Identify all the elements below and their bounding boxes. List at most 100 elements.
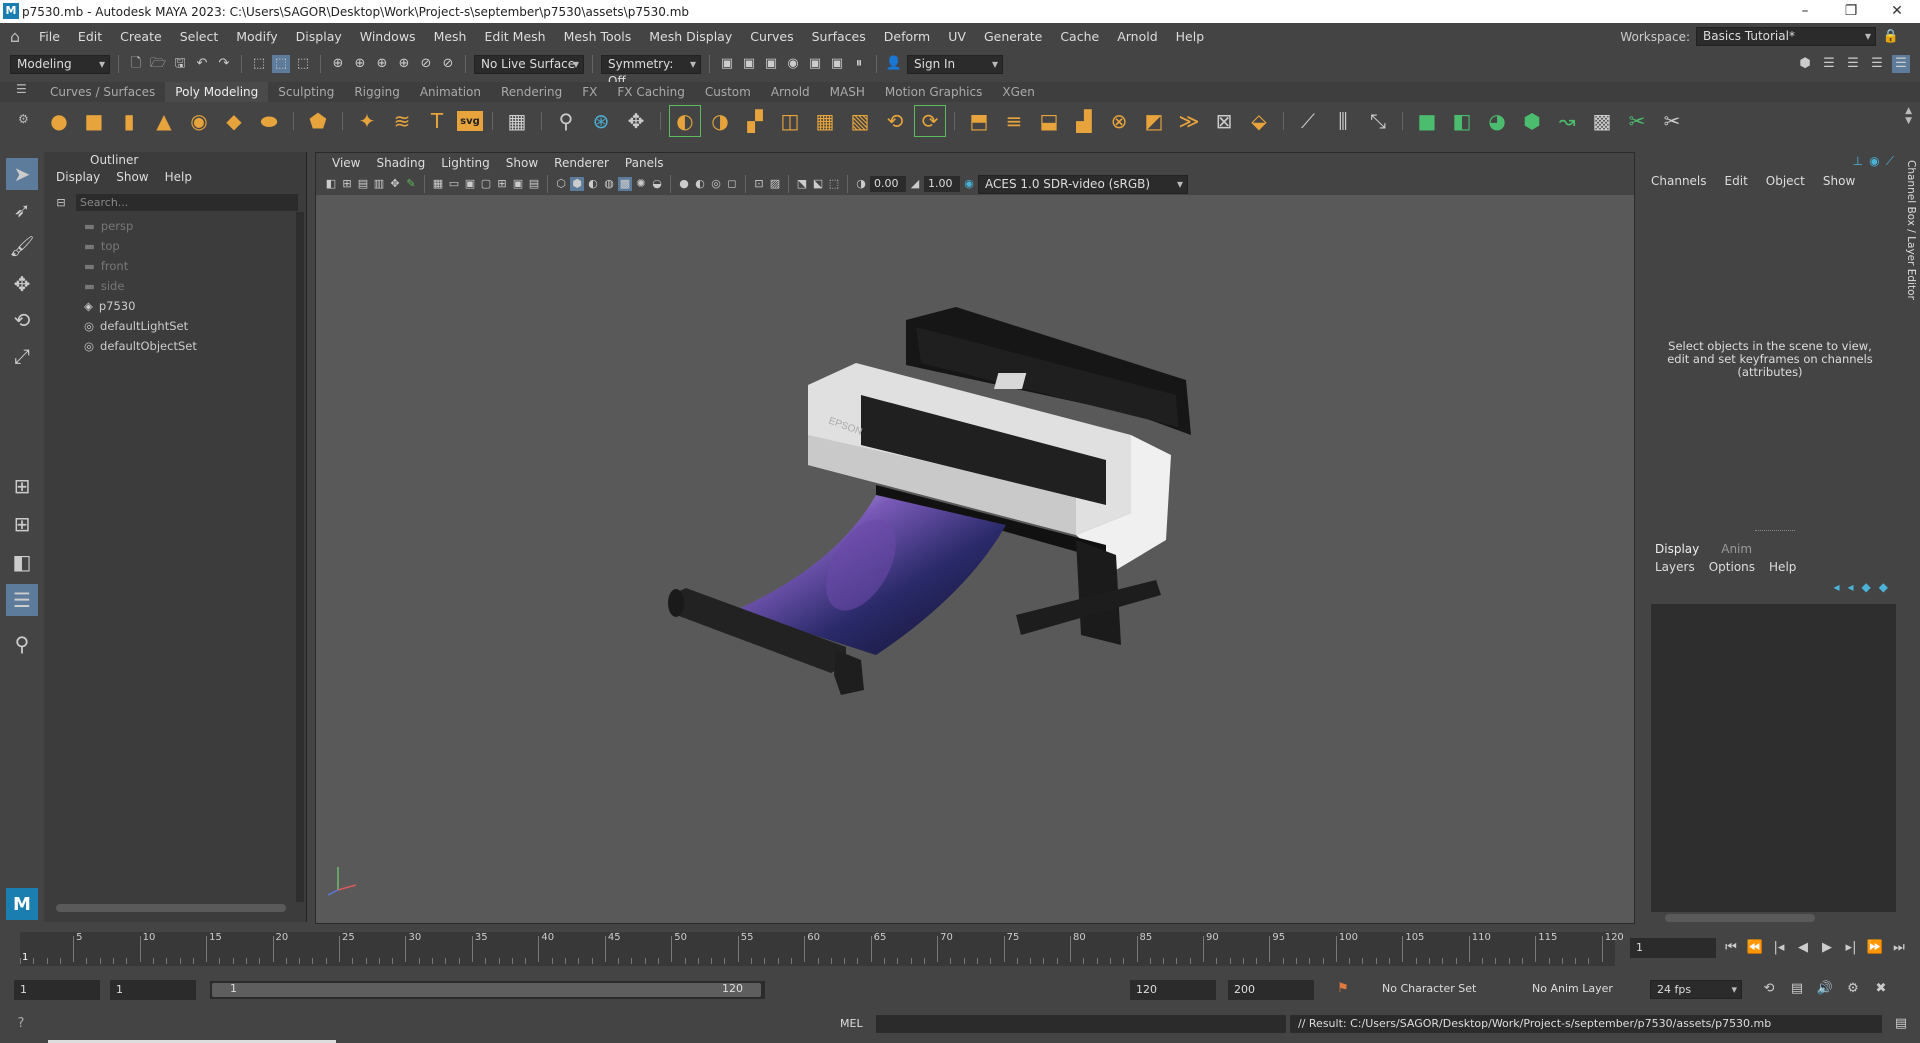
layer-list[interactable] [1651, 604, 1896, 912]
tool-settings-icon[interactable]: ☰ [1844, 55, 1862, 73]
move-tool-icon[interactable]: ✥ [6, 268, 38, 300]
default-material-icon[interactable]: ◐ [586, 177, 600, 191]
layer-menu-options[interactable]: Options [1709, 560, 1755, 574]
poke-icon[interactable]: ◩ [1139, 106, 1169, 136]
poly-cube-icon[interactable]: ■ [79, 106, 109, 136]
playback-start-field[interactable]: 1 [110, 980, 196, 1000]
step-back-frame-icon[interactable]: ⏪ [1746, 939, 1764, 957]
exposure-field[interactable]: 0.00 [870, 176, 906, 192]
outliner-item-default-object-set[interactable]: ◎ defaultObjectSet [84, 336, 197, 356]
help-icon[interactable]: ? [12, 1015, 30, 1033]
menu-deform[interactable]: Deform [875, 29, 939, 44]
shelf-tab-mash[interactable]: MASH [820, 82, 875, 102]
anim-bookmark-icon[interactable]: ✖ [1872, 980, 1890, 998]
outliner-item-front[interactable]: ▬ front [84, 256, 128, 276]
menu-display[interactable]: Display [287, 29, 351, 44]
motion-blur-icon[interactable]: ◐ [693, 177, 707, 191]
poly-plane-icon[interactable]: ◆ [219, 106, 249, 136]
combine-icon[interactable]: ◐ [669, 105, 701, 137]
poly-platonic-icon[interactable]: ⬟ [303, 106, 333, 136]
camera-select-icon[interactable]: ◧ [324, 177, 338, 191]
channel-box-attr-icon[interactable]: ◉ [1869, 154, 1879, 169]
open-scene-icon[interactable]: 🗁 [149, 55, 167, 73]
select-object-icon[interactable]: ⬚ [272, 55, 290, 73]
fps-dropdown[interactable]: 24 fps [1650, 980, 1742, 999]
layer-tab-anim[interactable]: Anim [1721, 542, 1752, 556]
extrude-icon[interactable]: ⬒ [964, 106, 994, 136]
shelf-tab-fx[interactable]: FX [572, 82, 607, 102]
shelf-tab-sculpting[interactable]: Sculpting [268, 82, 344, 102]
menu-mesh-display[interactable]: Mesh Display [640, 29, 741, 44]
scene-printer-model[interactable]: EPSON [316, 195, 1634, 923]
shelf-tab-arnold[interactable]: Arnold [761, 82, 820, 102]
viewport-menu-show[interactable]: Show [498, 156, 546, 170]
current-frame-marker[interactable]: 1 [22, 952, 28, 963]
channel-box-menu-edit[interactable]: Edit [1725, 174, 1748, 188]
outliner-toggle-icon[interactable]: ☰ [6, 584, 38, 616]
select-component-icon[interactable]: ⬚ [294, 55, 312, 73]
snap-curve-icon[interactable]: ⊕ [351, 55, 369, 73]
sew-uv-icon[interactable]: ✂ [1657, 106, 1687, 136]
select-hierarchy-icon[interactable]: ⬚ [250, 55, 268, 73]
render-settings-icon[interactable]: ◉ [784, 55, 802, 73]
range-slider-handle[interactable] [212, 983, 761, 997]
spherical-uv-icon[interactable]: ◕ [1482, 106, 1512, 136]
snap-view-icon[interactable]: ⊕ [395, 55, 413, 73]
restore-icon[interactable]: ❐ [1828, 0, 1874, 23]
modeling-toolkit-icon[interactable]: ⬢ [1796, 55, 1814, 73]
uv-editor-icon[interactable]: ▩ [1587, 106, 1617, 136]
menu-uv[interactable]: UV [939, 29, 975, 44]
user-icon[interactable]: 👤 [885, 55, 903, 73]
menu-curves[interactable]: Curves [741, 29, 802, 44]
menu-file[interactable]: File [30, 29, 69, 44]
outliner-menu-display[interactable]: Display [56, 170, 100, 188]
mode-dropdown[interactable]: Modeling [10, 54, 110, 74]
super-shape-icon[interactable]: ✦ [352, 106, 382, 136]
edge-loop-icon[interactable]: ⫼ [1328, 106, 1358, 136]
auto-key-icon[interactable]: ⚑ [1334, 980, 1352, 998]
viewport-panel[interactable]: View Shading Lighting Show Renderer Pane… [315, 152, 1635, 924]
outliner-item-persp[interactable]: ▬ persp [84, 216, 133, 236]
layer-editor-icon[interactable]: ☰ [1892, 55, 1910, 73]
merge-icon[interactable]: ⊠ [1209, 106, 1239, 136]
gate-mask-icon[interactable]: ▢ [479, 177, 493, 191]
gamma-field[interactable]: 1.00 [924, 176, 960, 192]
time-slider[interactable]: 5 10 15 20 25 30 35 40 45 50 55 60 65 70 75 80 85 90 95 100… [20, 932, 1624, 966]
wedge-icon[interactable]: ≫ [1174, 106, 1204, 136]
redo-icon[interactable]: ↷ [215, 55, 233, 73]
step-forward-key-icon[interactable]: ▸| [1842, 939, 1860, 957]
script-editor-icon[interactable]: ▤ [1892, 1015, 1910, 1033]
menu-edit-mesh[interactable]: Edit Mesh [475, 29, 554, 44]
hypershade-icon[interactable]: ▣ [806, 55, 824, 73]
safe-action-icon[interactable]: ▣ [511, 177, 525, 191]
outliner-menu-help[interactable]: Help [165, 170, 192, 188]
automatic-uv-icon[interactable]: ⬢ [1517, 106, 1547, 136]
outliner-layout-icon[interactable]: ◧ [6, 546, 38, 578]
workspace-dropdown[interactable]: Basics Tutorial* [1696, 27, 1876, 46]
layer-menu-layers[interactable]: Layers [1655, 560, 1695, 574]
channel-box-edit-icon[interactable]: ⟋ [1886, 154, 1894, 169]
shelf-tab-animation[interactable]: Animation [410, 82, 491, 102]
ambient-occlusion-icon[interactable]: ● [677, 177, 691, 191]
anti-aliasing-icon[interactable]: ◎ [709, 177, 723, 191]
remesh-icon[interactable]: ⟲ [880, 106, 910, 136]
bridge-icon[interactable]: ≡ [999, 106, 1029, 136]
smooth-icon[interactable]: ▦ [810, 106, 840, 136]
view-transform-dropdown[interactable]: ACES 1.0 SDR-video (sRGB) [978, 174, 1188, 194]
two-d-pan-icon[interactable]: ✥ [388, 177, 402, 191]
poly-disc-icon[interactable]: ⬬ [254, 106, 284, 136]
arnold-render-icon[interactable]: ▣ [828, 55, 846, 73]
playback-end-field[interactable]: 120 [1130, 980, 1216, 1000]
home-icon[interactable]: ⌂ [0, 27, 30, 46]
channel-box-menu-show[interactable]: Show [1823, 174, 1855, 188]
fill-hole-icon[interactable]: ⊗ [1104, 106, 1134, 136]
poly-text-icon[interactable]: T [422, 106, 452, 136]
poly-cylinder-icon[interactable]: ▮ [114, 106, 144, 136]
menu-edit[interactable]: Edit [69, 29, 111, 44]
render-view-icon[interactable]: ▣ [740, 55, 758, 73]
outliner-item-default-light-set[interactable]: ◎ defaultLightSet [84, 316, 188, 336]
render-frame-icon[interactable]: ▣ [718, 55, 736, 73]
svg-icon[interactable]: svg [457, 111, 483, 131]
menu-cache[interactable]: Cache [1051, 29, 1108, 44]
backface-icon[interactable]: ⬚ [827, 177, 841, 191]
